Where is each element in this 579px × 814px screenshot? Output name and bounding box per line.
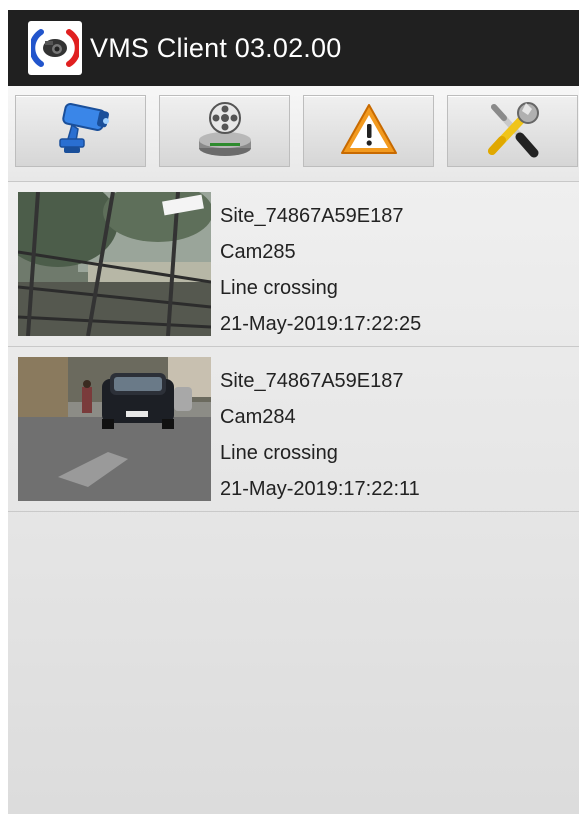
app-screen: VMS Client 03.02.00 Site_74867A59E187 Ca… xyxy=(8,10,579,814)
event-type: Line crossing xyxy=(220,277,338,299)
alert-warning-icon xyxy=(338,101,400,162)
app-title: VMS Client 03.02.00 xyxy=(90,32,342,63)
event-timestamp: 21-May-2019:17:22:11 xyxy=(220,478,420,500)
event-thumbnail xyxy=(18,192,211,336)
live-view-button[interactable] xyxy=(15,95,146,167)
cctv-camera-icon xyxy=(48,99,114,164)
event-list-item[interactable]: Site_74867A59E187 Cam285 Line crossing 2… xyxy=(8,182,579,347)
playback-button[interactable] xyxy=(159,95,290,167)
event-type: Line crossing xyxy=(220,442,338,464)
event-timestamp: 21-May-2019:17:22:25 xyxy=(220,313,422,335)
settings-tools-icon xyxy=(482,99,544,164)
event-camera: Cam284 xyxy=(220,406,296,428)
event-details: Site_74867A59E187 Cam285 Line crossing 2… xyxy=(220,198,421,342)
settings-button[interactable] xyxy=(447,95,578,167)
title-bar: VMS Client 03.02.00 xyxy=(8,10,579,86)
video-playback-icon xyxy=(192,98,258,165)
toolbar xyxy=(8,86,579,182)
event-details: Site_74867A59E187 Cam284 Line crossing 2… xyxy=(220,363,420,507)
event-thumbnail xyxy=(18,357,211,501)
event-list-item[interactable]: Site_74867A59E187 Cam284 Line crossing 2… xyxy=(8,347,579,512)
event-site: Site_74867A59E187 xyxy=(220,370,404,392)
vms-camera-logo-icon xyxy=(28,21,82,75)
event-camera: Cam285 xyxy=(220,241,296,263)
event-site: Site_74867A59E187 xyxy=(220,205,404,227)
event-list: Site_74867A59E187 Cam285 Line crossing 2… xyxy=(8,182,579,512)
alerts-button[interactable] xyxy=(303,95,434,167)
